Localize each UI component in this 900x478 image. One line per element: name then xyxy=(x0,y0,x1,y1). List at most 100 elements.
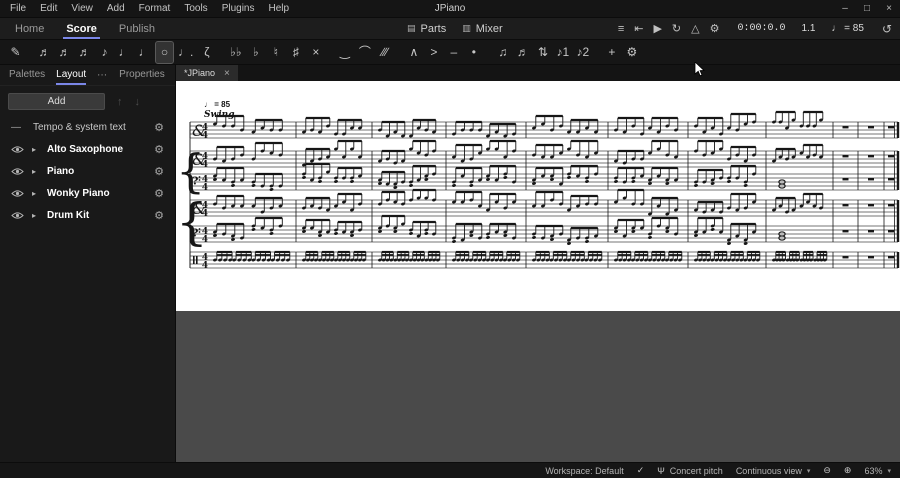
score-page[interactable]: {{&44&44?44&44?4444♩ = 85Swing xyxy=(176,81,900,311)
double-flat-icon[interactable]: ♭♭ xyxy=(227,42,244,63)
zoom-level-selector[interactable]: 63% ▾ xyxy=(864,466,891,476)
instrument-settings-gear-icon[interactable]: ⚙ xyxy=(154,209,164,222)
playback-queue-icon[interactable]: ≡ xyxy=(618,23,624,35)
menu-item-add[interactable]: Add xyxy=(100,0,132,17)
expand-chevron-icon[interactable]: ▸ xyxy=(32,211,40,220)
maximize-button[interactable]: □ xyxy=(856,0,878,17)
expand-chevron-icon[interactable]: ▸ xyxy=(32,145,40,154)
visibility-eye-icon[interactable] xyxy=(11,145,25,154)
tenuto-icon[interactable]: – xyxy=(445,42,462,63)
note-quarter-icon[interactable]: ♩ xyxy=(116,42,133,63)
zoom-in-icon[interactable]: ⊕ xyxy=(844,465,852,476)
rest-icon[interactable]: ζ xyxy=(198,42,215,63)
panel-tab-layout[interactable]: Layout xyxy=(56,65,87,85)
score-canvas[interactable]: {{&44&44?44&44?4444♩ = 85Swing xyxy=(176,81,900,462)
playback-time-display[interactable]: 0:00:0.0 xyxy=(737,23,785,34)
tab-close-icon[interactable]: × xyxy=(224,68,230,79)
view-mode-selector[interactable]: Continuous view ▾ xyxy=(736,466,811,476)
staccato-icon[interactable]: • xyxy=(465,42,482,63)
nav-tab-home[interactable]: Home xyxy=(4,18,55,39)
menu-item-format[interactable]: Format xyxy=(132,0,178,17)
note-input-toolbar: ✎ ♬ ♬ ♬ ♪ ♩ ♩ ○ ♩. ζ ♭♭ ♭ ♮ ♯ × ‿ ⌒ ∕∕∕ ∧ > – • ♫ ♬ ⇅ ♪1 ♪2 + ⚙ xyxy=(0,40,900,65)
tie-icon[interactable]: ‿ xyxy=(336,42,353,63)
loop-playback-icon[interactable]: ↻ xyxy=(672,22,681,35)
tempo-display[interactable]: ♩ = 85 xyxy=(831,23,864,34)
note-16th-icon[interactable]: ♬ xyxy=(76,42,93,63)
note-input-icon[interactable]: ✎ xyxy=(7,42,24,63)
beam-8th-icon[interactable]: ♫ xyxy=(494,42,511,63)
menu-item-file[interactable]: File xyxy=(3,0,33,17)
instrument-settings-gear-icon[interactable]: ⚙ xyxy=(154,187,164,200)
note-half-icon[interactable]: ♩ xyxy=(136,42,153,63)
natural-icon[interactable]: ♮ xyxy=(267,42,284,63)
visibility-eye-icon[interactable] xyxy=(11,167,25,176)
customize-toolbar-gear-icon[interactable]: ⚙ xyxy=(623,42,640,63)
mixer-button[interactable]: ▥ Mixer xyxy=(462,23,502,35)
panel-tab-palettes[interactable]: Palettes xyxy=(9,65,45,85)
marcato-icon[interactable]: ∧ xyxy=(405,42,422,63)
close-button[interactable]: × xyxy=(878,0,900,17)
note-8th-icon[interactable]: ♪ xyxy=(96,42,113,63)
instrument-label: Wonky Piano xyxy=(47,187,110,199)
mouse-cursor xyxy=(694,62,705,77)
view-mode-label: Continuous view xyxy=(735,465,802,476)
instrument-row-alto-saxophone[interactable]: ▸ Alto Saxophone ⚙ xyxy=(0,138,175,160)
rewind-icon[interactable]: ⇤ xyxy=(634,22,643,35)
undo-icon[interactable]: ↺ xyxy=(882,22,892,36)
workspace-selector[interactable]: Workspace: Default xyxy=(545,466,623,476)
add-button[interactable]: Add xyxy=(8,93,105,110)
svg-text:4: 4 xyxy=(202,160,208,170)
note-64th-icon[interactable]: ♬ xyxy=(36,42,53,63)
augmentation-dot-icon[interactable]: ♩. xyxy=(176,42,195,63)
svg-text:4: 4 xyxy=(202,235,208,245)
instrument-settings-gear-icon[interactable]: ⚙ xyxy=(154,143,164,156)
instrument-row-piano[interactable]: ▸ Piano ⚙ xyxy=(0,160,175,182)
instrument-row-wonky-piano[interactable]: ▸ Wonky Piano ⚙ xyxy=(0,182,175,204)
slur-icon[interactable]: ⌒ xyxy=(356,42,373,63)
metronome-icon[interactable]: △ xyxy=(691,22,699,35)
instrument-row-drum-kit[interactable]: ▸ Drum Kit ⚙ xyxy=(0,204,175,226)
system-text-icon: — xyxy=(11,121,21,133)
nav-bar: Home Score Publish ▤ Parts ▥ Mixer ≡ ⇤ ▶ ↻ △ ⚙ … xyxy=(0,18,900,40)
parts-icon: ▤ xyxy=(407,23,416,33)
concert-pitch-toggle[interactable]: Ψ Concert pitch xyxy=(657,466,723,476)
instrument-settings-gear-icon[interactable]: ⚙ xyxy=(154,165,164,178)
playback-settings-gear-icon[interactable]: ⚙ xyxy=(710,22,720,35)
note-whole-icon[interactable]: ○ xyxy=(155,40,174,64)
flat-icon[interactable]: ♭ xyxy=(247,42,264,63)
voice-1-icon[interactable]: ♪1 xyxy=(554,42,571,63)
status-bar: Workspace: Default ✓ Ψ Concert pitch Con… xyxy=(0,462,900,478)
visibility-eye-icon[interactable] xyxy=(11,189,25,198)
expand-chevron-icon[interactable]: ▸ xyxy=(32,167,40,176)
menu-item-plugins[interactable]: Plugins xyxy=(215,0,262,17)
note-32nd-icon[interactable]: ♬ xyxy=(56,42,73,63)
double-sharp-icon[interactable]: × xyxy=(307,42,324,63)
system-text-gear-icon[interactable]: ⚙ xyxy=(154,121,164,134)
score-notation[interactable]: {{&44&44?44&44?4444♩ = 85Swing xyxy=(176,81,900,311)
visibility-eye-icon[interactable] xyxy=(11,211,25,220)
play-icon[interactable]: ▶ xyxy=(653,22,661,35)
tremolo-icon[interactable]: ∕∕∕ xyxy=(376,42,393,63)
sharp-icon[interactable]: ♯ xyxy=(287,42,304,63)
panel-tab-properties[interactable]: Properties xyxy=(119,65,165,85)
accent-icon[interactable]: > xyxy=(425,42,442,63)
add-palette-icon[interactable]: + xyxy=(603,42,620,63)
zoom-out-icon[interactable]: ⊖ xyxy=(823,465,831,476)
voice-2-icon[interactable]: ♪2 xyxy=(574,42,591,63)
tempo-system-text-row[interactable]: — Tempo & system text ⚙ xyxy=(0,116,175,138)
menu-item-edit[interactable]: Edit xyxy=(33,0,64,17)
move-down-icon[interactable]: ↓ xyxy=(135,96,141,108)
document-tab[interactable]: *JPiano × xyxy=(176,65,238,81)
flip-direction-icon[interactable]: ⇅ xyxy=(534,42,551,63)
more-options-icon[interactable]: ⋯ xyxy=(97,70,108,81)
expand-chevron-icon[interactable]: ▸ xyxy=(32,189,40,198)
menu-item-help[interactable]: Help xyxy=(262,0,297,17)
menu-item-tools[interactable]: Tools xyxy=(177,0,214,17)
move-up-icon[interactable]: ↑ xyxy=(117,96,123,108)
minimize-button[interactable]: – xyxy=(834,0,856,17)
nav-tab-score[interactable]: Score xyxy=(55,18,108,39)
parts-button[interactable]: ▤ Parts xyxy=(407,23,446,35)
menu-item-view[interactable]: View xyxy=(64,0,100,17)
nav-tab-publish[interactable]: Publish xyxy=(108,18,166,39)
beam-16th-icon[interactable]: ♬ xyxy=(514,42,531,63)
